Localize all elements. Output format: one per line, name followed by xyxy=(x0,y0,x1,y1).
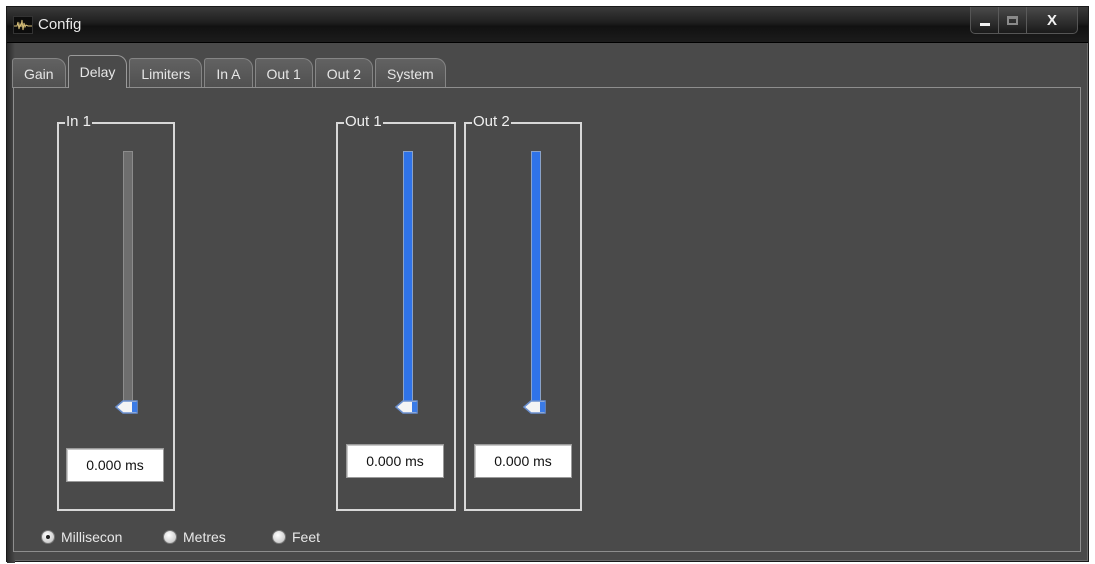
minimize-icon xyxy=(979,22,990,26)
slider-thumb[interactable] xyxy=(394,399,420,415)
tab-system[interactable]: System xyxy=(375,58,446,88)
close-button[interactable]: X xyxy=(1027,7,1077,33)
tab-label: Limiters xyxy=(141,65,191,82)
delay-slider-track[interactable] xyxy=(403,151,413,407)
tab-in-a[interactable]: In A xyxy=(204,58,253,88)
radio-metres[interactable]: Metres xyxy=(163,529,226,545)
delay-slider-track[interactable] xyxy=(531,151,541,407)
tab-label: Gain xyxy=(24,65,54,82)
radio-milliseconds[interactable]: Millisecon xyxy=(41,529,122,545)
tab-limiters[interactable]: Limiters xyxy=(129,58,203,88)
tab-label: Out 1 xyxy=(266,65,301,82)
tab-label: Out 2 xyxy=(326,65,362,82)
tab-out-2[interactable]: Out 2 xyxy=(314,58,374,88)
channel-group-out-1: Out 1 0.000 ms xyxy=(336,113,456,511)
channel-label: Out 2 xyxy=(472,113,511,131)
tab-out-1[interactable]: Out 1 xyxy=(254,58,313,88)
slider-thumb[interactable] xyxy=(114,399,140,415)
slider-thumb[interactable] xyxy=(522,399,548,415)
radio-button-icon xyxy=(163,530,177,544)
radio-feet[interactable]: Feet xyxy=(272,529,320,545)
radio-label: Metres xyxy=(183,529,226,545)
tab-label: In A xyxy=(216,65,241,82)
window-controls: X xyxy=(970,7,1078,34)
tab-label: System xyxy=(387,65,434,82)
maximize-icon xyxy=(1007,15,1018,25)
delay-slider-track[interactable] xyxy=(123,151,133,407)
close-icon: X xyxy=(1046,11,1057,29)
delay-value-field[interactable]: 0.000 ms xyxy=(346,444,444,478)
radio-label: Feet xyxy=(292,529,321,545)
delay-value-field[interactable]: 0.000 ms xyxy=(474,444,572,478)
waveform-icon xyxy=(13,16,33,34)
title-bar[interactable]: Config X xyxy=(7,7,1088,43)
channel-group-in-1: In 1 0.000 ms xyxy=(57,113,175,511)
maximize-button[interactable] xyxy=(999,7,1027,33)
tab-bar: Gain Delay Limiters In A Out 1 Out 2 Sys… xyxy=(12,55,448,88)
radio-button-icon xyxy=(41,530,55,544)
channel-label: In 1 xyxy=(65,113,93,131)
tab-gain[interactable]: Gain xyxy=(12,58,66,88)
minimize-button[interactable] xyxy=(971,7,999,33)
window-title: Config xyxy=(38,16,82,33)
channel-label: Out 1 xyxy=(344,113,383,131)
radio-label: Millisecon xyxy=(61,529,123,545)
channel-group-out-2: Out 2 0.000 ms xyxy=(464,113,582,511)
radio-button-icon xyxy=(272,530,286,544)
tab-delay[interactable]: Delay xyxy=(67,55,128,88)
delay-value-field[interactable]: 0.000 ms xyxy=(66,448,164,482)
tab-label: Delay xyxy=(79,64,116,80)
